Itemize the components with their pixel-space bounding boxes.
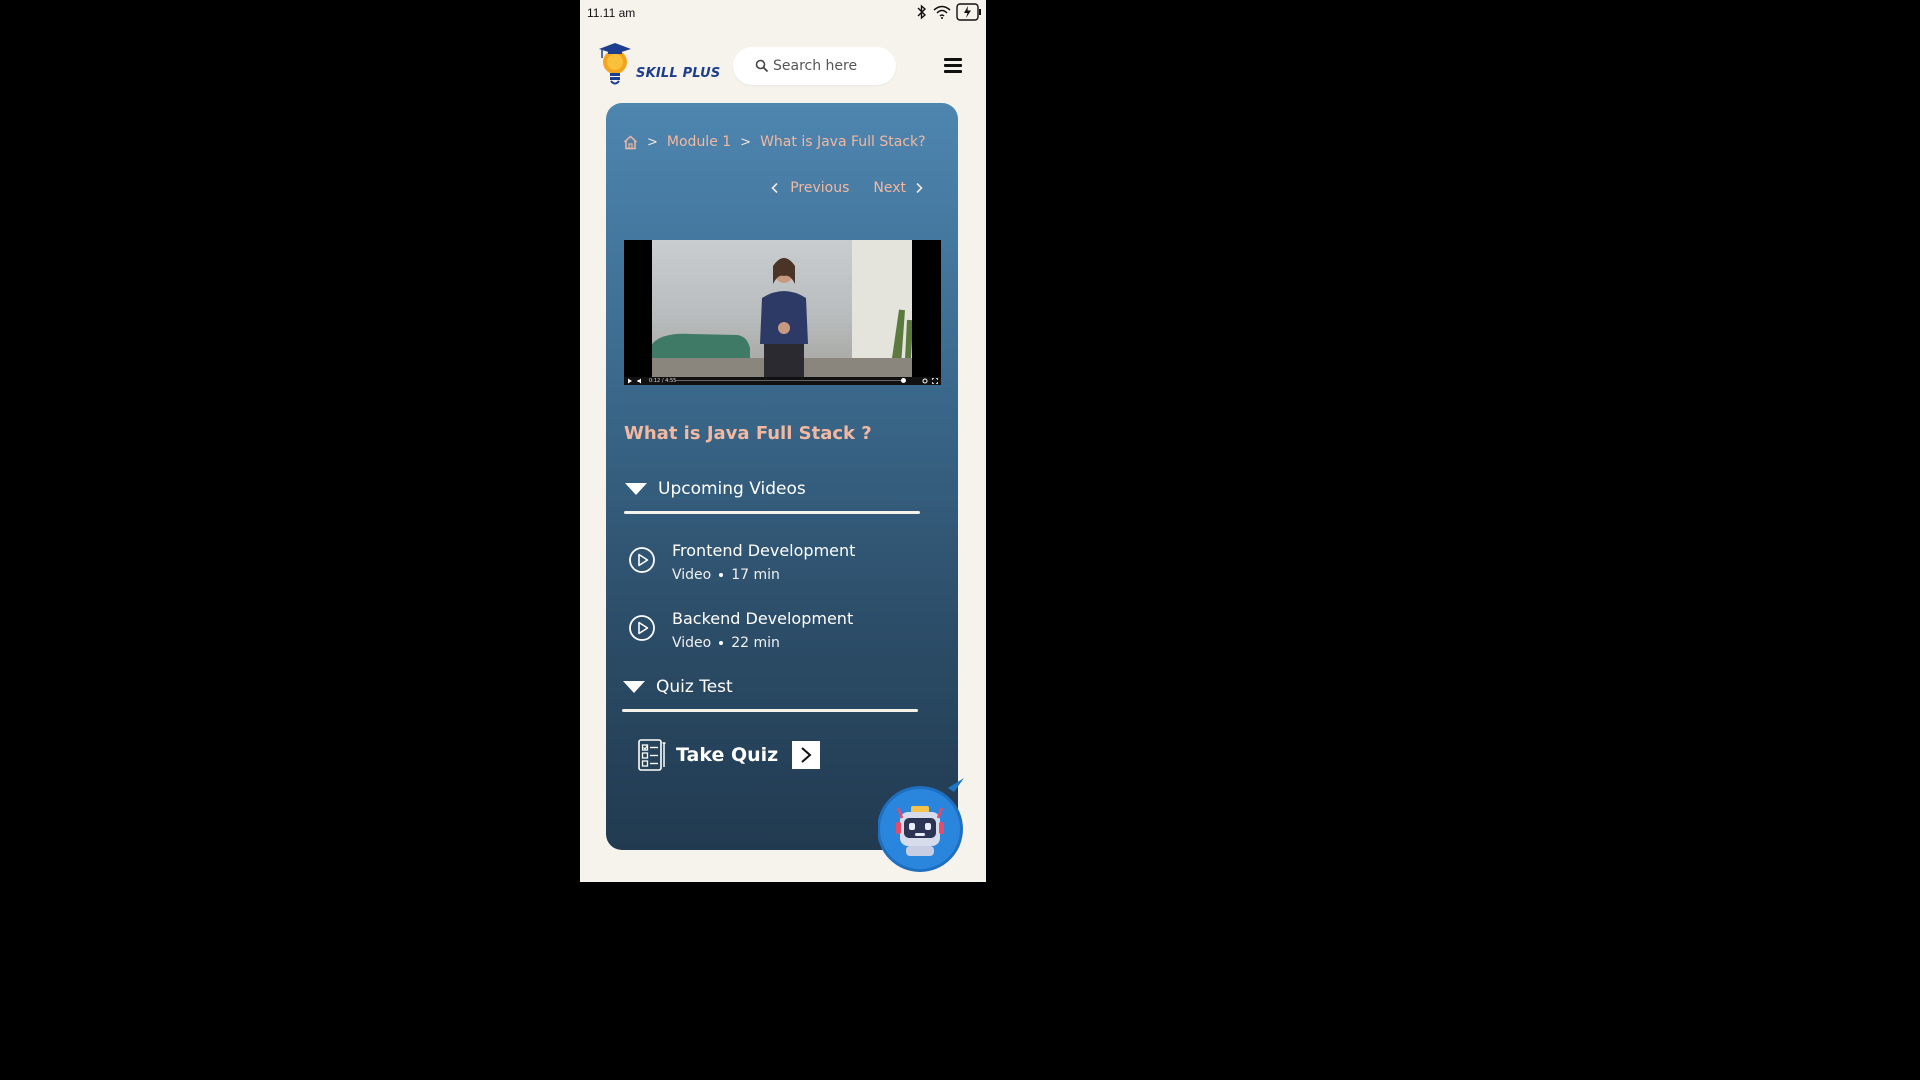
video-duration: 17 min: [731, 567, 780, 583]
play-icon[interactable]: [627, 378, 633, 384]
status-bar: 11.11 am: [580, 0, 986, 26]
lesson-pager: Previous Next: [770, 180, 924, 196]
fullscreen-icon[interactable]: [932, 378, 938, 384]
next-button[interactable]: Next: [873, 180, 924, 196]
video-type: Video: [672, 567, 712, 583]
previous-label: Previous: [790, 180, 850, 196]
take-quiz-arrow-button[interactable]: [792, 741, 821, 769]
previous-button[interactable]: Previous: [770, 180, 849, 196]
robot-assistant-icon: [877, 778, 964, 872]
brand-logo[interactable]: SKILL PLUS: [598, 40, 720, 88]
search-icon: [755, 59, 769, 73]
video-time: 0:12 / 4:55: [649, 378, 677, 384]
take-quiz-label: Take Quiz: [676, 744, 779, 766]
lesson-title: What is Java Full Stack ?: [624, 423, 872, 444]
list-item[interactable]: Frontend Development Video 17 min: [628, 540, 855, 586]
phone-screen: 11.11 am SKILL PLUS Search here > Module…: [580, 0, 986, 882]
home-icon[interactable]: [623, 134, 638, 150]
video-meta: Video 17 min: [672, 564, 855, 586]
wifi-icon: [933, 5, 951, 19]
next-label: Next: [873, 180, 906, 196]
take-quiz-button[interactable]: Take Quiz: [638, 739, 821, 771]
quiz-test-heading: Quiz Test: [656, 677, 733, 697]
upcoming-divider: [624, 511, 920, 514]
chevron-right-icon: [916, 182, 923, 194]
status-time: 11.11 am: [587, 6, 636, 20]
caret-down-icon: [625, 483, 647, 495]
separator-dot: [719, 573, 724, 577]
bulb-graduation-logo-icon: [599, 43, 631, 85]
upcoming-videos-heading: Upcoming Videos: [658, 479, 806, 499]
quiz-test-toggle[interactable]: Quiz Test: [622, 677, 733, 697]
status-icons: [916, 3, 982, 21]
separator-dot: [719, 641, 724, 645]
chatbot-button[interactable]: [877, 778, 966, 874]
video-progress-knob[interactable]: [901, 378, 906, 383]
video-player[interactable]: 0:12 / 4:55: [624, 240, 941, 385]
video-title: Frontend Development: [672, 541, 856, 560]
battery-icon: [956, 3, 981, 21]
breadcrumb-separator-icon: >: [740, 134, 752, 150]
settings-icon[interactable]: [922, 378, 928, 384]
bluetooth-icon: [917, 4, 927, 20]
caret-down-icon: [623, 681, 645, 693]
upcoming-videos-toggle[interactable]: Upcoming Videos: [624, 479, 806, 499]
breadcrumb-current: What is Java Full Stack?: [760, 134, 926, 150]
breadcrumb-module-link[interactable]: Module 1: [667, 134, 731, 150]
video-frame: [652, 240, 912, 379]
search-input[interactable]: [773, 58, 883, 74]
quiz-checklist-icon: [638, 739, 666, 771]
breadcrumb-separator-icon: >: [647, 134, 658, 150]
video-meta: Video 22 min: [672, 632, 853, 654]
brand-name: SKILL PLUS: [636, 65, 721, 81]
list-item[interactable]: Backend Development Video 22 min: [628, 608, 853, 654]
app-header: SKILL PLUS: [580, 36, 986, 96]
volume-icon[interactable]: [637, 378, 643, 384]
breadcrumb: > Module 1 > What is Java Full Stack?: [623, 134, 926, 150]
video-controls: 0:12 / 4:55: [624, 377, 941, 385]
video-progress-bar[interactable]: [676, 380, 906, 381]
search-box[interactable]: [733, 47, 896, 85]
hamburger-menu-icon[interactable]: [944, 58, 964, 74]
video-duration: 22 min: [731, 635, 780, 651]
quiz-divider: [622, 709, 918, 712]
lesson-card: > Module 1 > What is Java Full Stack? Pr…: [606, 103, 958, 850]
chevron-right-icon: [801, 747, 812, 763]
play-circle-icon: [629, 615, 655, 641]
video-title: Backend Development: [672, 609, 854, 628]
play-circle-icon: [629, 547, 655, 573]
chevron-left-icon: [771, 182, 778, 194]
video-type: Video: [672, 635, 712, 651]
video-still-presenter: [652, 240, 912, 379]
